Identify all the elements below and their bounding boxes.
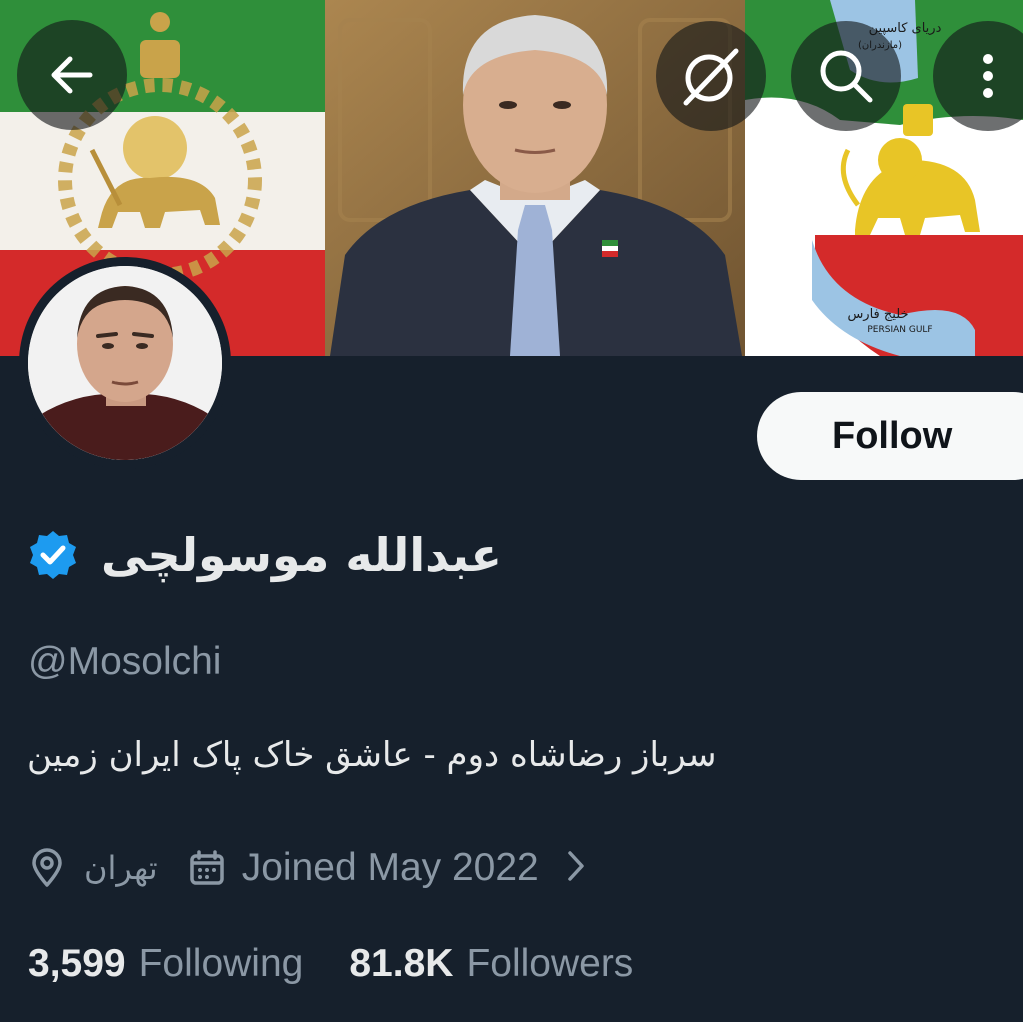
followers-link[interactable]: 81.8K Followers	[349, 942, 633, 986]
following-link[interactable]: 3,599 Following	[28, 942, 303, 986]
map-label-gulf: خلیج فارس	[847, 307, 908, 322]
profile-handle: @Mosolchi	[28, 640, 222, 683]
following-label: Following	[138, 942, 304, 985]
map-label-gulf-en: PERSIAN GULF	[867, 325, 932, 335]
chevron-right-icon[interactable]	[565, 849, 587, 887]
verified-badge-icon	[30, 531, 76, 579]
search-button[interactable]	[791, 21, 901, 131]
profile-stats: 3,599 Following 81.8K Followers	[28, 942, 633, 986]
avatar[interactable]	[19, 257, 231, 469]
arrow-left-icon	[51, 56, 93, 94]
display-name: عبدالله موسولچی	[101, 528, 502, 582]
following-count: 3,599	[28, 942, 126, 985]
more-vertical-icon	[983, 54, 993, 98]
search-icon	[820, 50, 873, 103]
followers-count: 81.8K	[349, 942, 454, 985]
profile-location: تهران	[84, 849, 158, 887]
profile-name-row: عبدالله موسولچی	[27, 520, 502, 590]
profile-meta: تهران Joined May 2022	[30, 838, 587, 898]
profile-bio: سرباز رضاشاه دوم - عاشق خاک پاک ایران زم…	[27, 735, 717, 775]
avatar-image	[28, 266, 222, 460]
follow-button[interactable]: Follow	[757, 392, 1023, 480]
back-button[interactable]	[17, 20, 127, 130]
profile-joined-date: Joined May 2022	[241, 846, 539, 889]
grok-slash-icon	[683, 48, 739, 106]
profile-page: دریای کاسپین (مازندران) خلیج فارس PERSIA…	[0, 0, 1023, 1022]
calendar-icon	[188, 849, 226, 887]
followers-label: Followers	[466, 942, 634, 985]
grok-button[interactable]	[656, 21, 766, 131]
location-pin-icon	[30, 848, 64, 888]
